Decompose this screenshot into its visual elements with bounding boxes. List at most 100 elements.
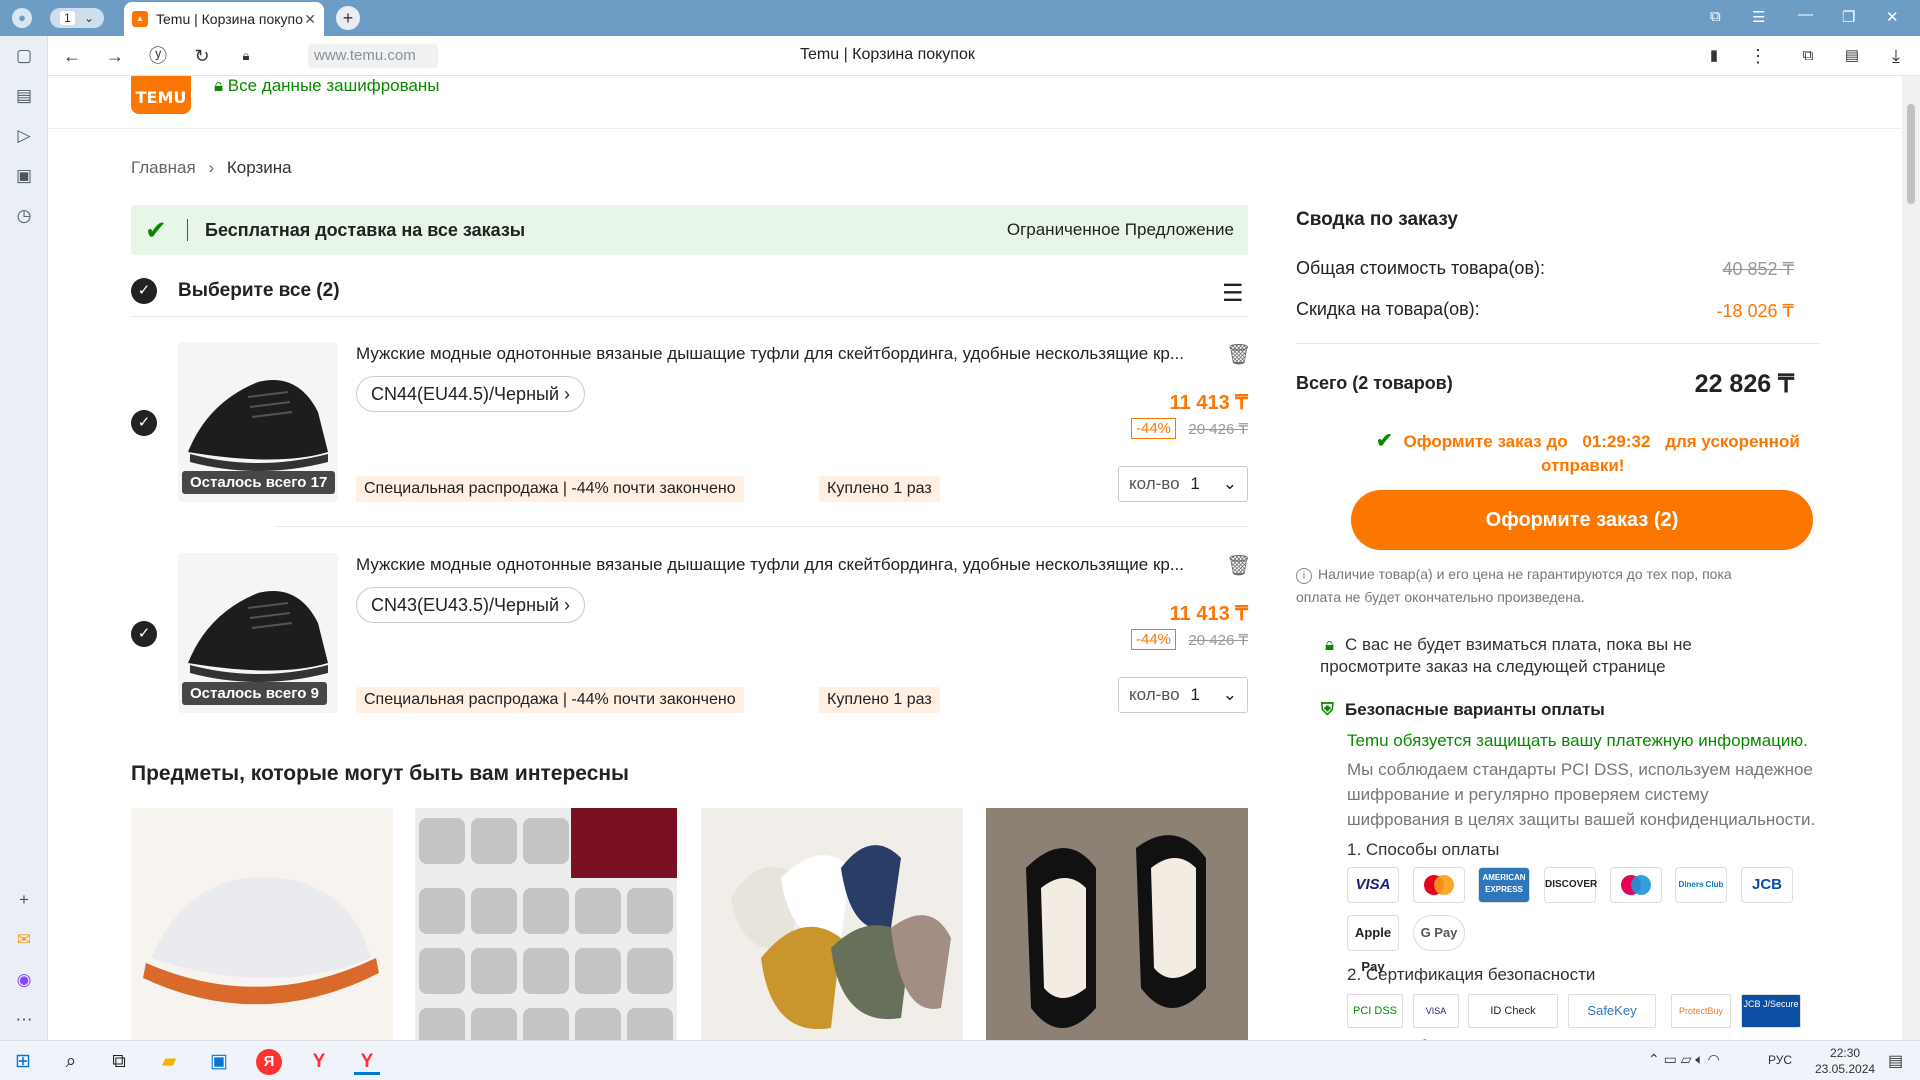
tray-icons[interactable]: ⌃ ▭ ▱ 🔈︎ ◠: [1648, 1051, 1720, 1068]
variant-selector[interactable]: CN43(EU43.5)/Черный ›: [356, 587, 586, 623]
stock-badge: Осталось всего 9: [182, 682, 327, 705]
list-view-icon[interactable]: ☰: [1222, 279, 1244, 308]
profile-icon[interactable]: ●: [12, 8, 32, 28]
yandex-browser-icon[interactable]: Y: [306, 1049, 332, 1075]
reflective-stickers-image: [415, 808, 677, 1040]
minimize-icon[interactable]: —: [1798, 6, 1813, 23]
tabs-panel-icon[interactable]: ▢: [12, 44, 36, 68]
mastercard-circles: [1424, 875, 1454, 896]
product-title[interactable]: Мужские модные однотонные вязаные дышащи…: [356, 555, 1206, 575]
menu-icon[interactable]: ☰: [1752, 8, 1765, 26]
profile-check-icon[interactable]: ▤: [1840, 44, 1864, 68]
secure-desc-1: Мы соблюдаем стандарты PCI DSS, использу…: [1347, 760, 1813, 779]
secure-payment-title: ⛨ Безопасные варианты оплаты: [1321, 700, 1605, 720]
breadcrumb-home[interactable]: Главная: [131, 158, 196, 177]
tab-temu[interactable]: ▲ Temu | Корзина покупо ✕: [124, 2, 324, 36]
item-checkbox[interactable]: ✓: [131, 621, 157, 647]
socks-image: [701, 808, 963, 1040]
windows-start-icon[interactable]: ⊞: [10, 1049, 36, 1075]
history-icon[interactable]: ◷: [12, 204, 36, 228]
info-note-line2: оплата не будет окончательно произведена…: [1296, 589, 1585, 605]
language-indicator[interactable]: РУС: [1768, 1053, 1792, 1067]
forward-icon[interactable]: →: [103, 44, 127, 68]
scrollbar[interactable]: [1902, 76, 1920, 1040]
old-price: 20 426 ₸: [1188, 421, 1248, 438]
alice-icon[interactable]: ◉: [12, 968, 36, 992]
check-icon: ✔: [1376, 430, 1393, 452]
yandex-icon[interactable]: ⓨ: [146, 44, 170, 68]
variant-text: CN44(EU44.5)/Черный: [371, 384, 559, 404]
add-icon[interactable]: +: [12, 888, 36, 912]
temu-favicon: ▲: [132, 11, 148, 27]
page-title: Temu | Корзина покупок: [800, 46, 975, 63]
close-window-icon[interactable]: ✕: [1886, 8, 1899, 26]
quantity-select[interactable]: кол-во 1 ⌄: [1118, 466, 1248, 502]
collections-icon[interactable]: ▤: [12, 84, 36, 108]
bookmark-icon[interactable]: ▮: [1702, 44, 1726, 68]
clock[interactable]: 22:30 23.05.2024: [1815, 1045, 1875, 1077]
mail-icon[interactable]: ✉: [12, 928, 36, 952]
tab-counter[interactable]: 1 ⌄: [50, 8, 104, 28]
bookmarks-icon[interactable]: ⧉: [1710, 8, 1721, 25]
variant-selector[interactable]: CN44(EU44.5)/Черный ›: [356, 376, 586, 412]
quantity-select[interactable]: кол-во 1 ⌄: [1118, 677, 1248, 713]
safekey-logo: SafeKey: [1568, 994, 1656, 1028]
extensions-icon[interactable]: ⧉: [1796, 44, 1820, 68]
stock-badge: Осталось всего 17: [182, 471, 336, 494]
temu-logo[interactable]: TEMU: [131, 76, 191, 114]
breadcrumb-current: Корзина: [226, 158, 292, 177]
trash-icon[interactable]: 🗑︎: [1226, 342, 1251, 367]
reload-icon[interactable]: ↻: [190, 44, 214, 68]
chevron-down-icon: ⌄: [84, 11, 95, 25]
product-title[interactable]: Мужские модные однотонные вязаные дышащи…: [356, 344, 1206, 364]
yandex-app-icon[interactable]: Я: [256, 1049, 282, 1075]
item-checkbox[interactable]: ✓: [131, 410, 157, 436]
address-bar[interactable]: www.temu.com: [308, 44, 438, 68]
recommended-product[interactable]: [131, 808, 393, 1040]
recommended-product[interactable]: [415, 808, 677, 1040]
qty-value: 1: [1190, 685, 1200, 704]
free-shipping-text: Бесплатная доставка на все заказы: [205, 220, 526, 240]
breadcrumb: Главная › Корзина: [131, 158, 292, 178]
checkout-button[interactable]: Оформите заказ (2): [1351, 490, 1813, 550]
divider: [275, 526, 1248, 527]
close-tab-icon[interactable]: ✕: [304, 11, 316, 28]
notification-icon[interactable]: ▤: [1888, 1051, 1903, 1071]
protectbuy-logo: ProtectBuy: [1671, 994, 1731, 1028]
task-view-icon[interactable]: ⧉: [106, 1049, 132, 1075]
total-value: 22 826 ₸: [1694, 370, 1794, 398]
secure-desc: Мы соблюдаем стандарты PCI DSS, использу…: [1347, 757, 1815, 832]
file-explorer-icon[interactable]: ▰: [156, 1049, 182, 1075]
screenshot-icon[interactable]: ▣: [12, 164, 36, 188]
jcb-secure-logo: JCB J/Secure: [1741, 994, 1801, 1028]
download-icon[interactable]: ⤓: [1884, 44, 1908, 68]
back-icon[interactable]: ←: [60, 44, 84, 68]
secure-green-text: Temu обязуется защищать вашу платежную и…: [1347, 731, 1808, 750]
trash-icon[interactable]: 🗑︎: [1226, 553, 1251, 578]
discount-value: -18 026 ₸: [1716, 301, 1794, 321]
browser-tabbar: ● 1 ⌄ ▲ Temu | Корзина покупо ✕ + ⧉ ☰ — …: [0, 0, 1920, 36]
search-icon[interactable]: ⌕: [58, 1049, 84, 1075]
new-tab-button[interactable]: +: [336, 6, 360, 30]
select-all-checkbox[interactable]: ✓: [131, 278, 157, 304]
maximize-icon[interactable]: ❐: [1842, 8, 1855, 26]
store-icon[interactable]: ▣: [206, 1049, 232, 1075]
amex-logo: AMERICAN EXPRESS: [1478, 867, 1530, 903]
discount-badge: -44%: [1131, 418, 1177, 439]
select-all-label[interactable]: Выберите все (2): [178, 280, 340, 302]
product-image[interactable]: Осталось всего 17: [178, 342, 338, 502]
play-icon[interactable]: ▷: [12, 124, 36, 148]
product-image[interactable]: Осталось всего 9: [178, 553, 338, 713]
recommended-product[interactable]: [986, 808, 1248, 1040]
encryption-notice: 🔒︎ Все данные зашифрованы: [214, 76, 440, 96]
product-price: 11 413 ₸: [1169, 392, 1248, 414]
recommended-product[interactable]: [701, 808, 963, 1040]
promo-divider: [187, 219, 188, 241]
more-icon[interactable]: ⋯: [12, 1008, 36, 1032]
yandex-browser-active-icon[interactable]: Y: [354, 1049, 380, 1075]
kebab-menu-icon[interactable]: ⋮: [1746, 44, 1770, 68]
scrollbar-thumb[interactable]: [1907, 104, 1915, 204]
secure-desc-2: шифрование и регулярно проверяем систему: [1347, 785, 1709, 804]
old-price: 20 426 ₸: [1188, 632, 1248, 649]
clock-date: 23.05.2024: [1815, 1062, 1876, 1076]
